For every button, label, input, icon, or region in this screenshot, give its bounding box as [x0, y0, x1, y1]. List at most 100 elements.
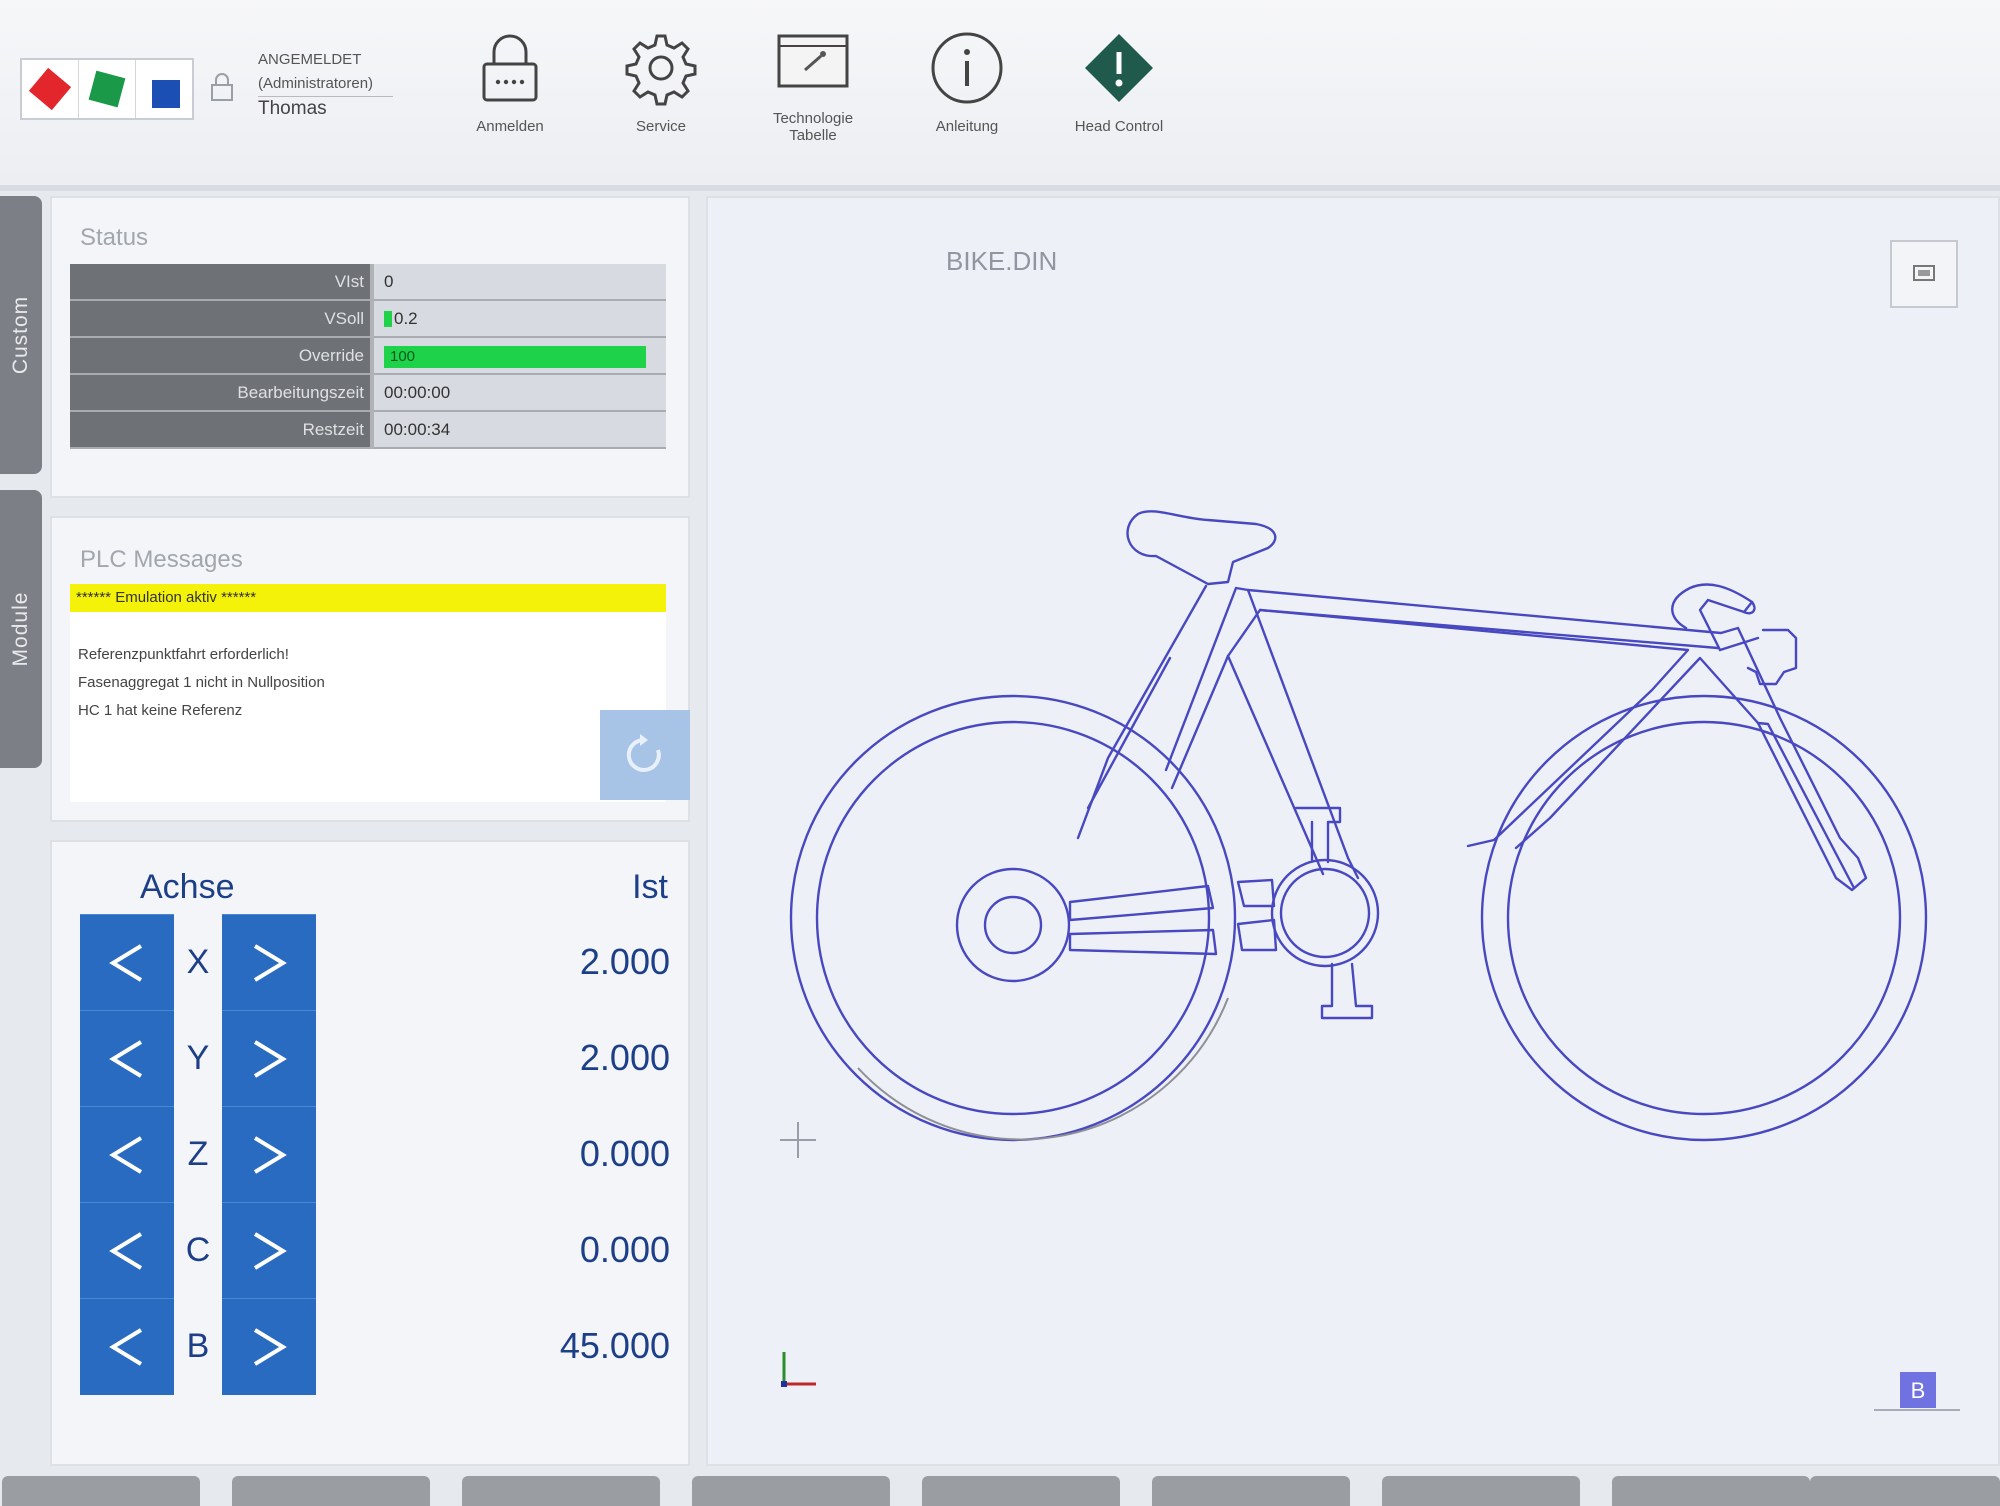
axis-row-z: Z 0.000	[80, 1106, 670, 1203]
chevron-right-icon	[253, 1328, 287, 1366]
view-label: B	[1911, 1378, 1926, 1403]
axis-value: 0.000	[579, 1229, 670, 1270]
user-status: ANGEMELDET	[258, 51, 362, 68]
plc-message: HC 1 hat keine Referenz	[78, 702, 243, 719]
axis-header: Achse	[140, 868, 235, 906]
chevron-left-icon	[109, 1040, 143, 1078]
bottom-tab[interactable]	[922, 1476, 1120, 1506]
side-tab-module-label: Module	[9, 591, 32, 667]
jog-plus-y-button[interactable]	[222, 1010, 316, 1107]
override-value: 100	[390, 347, 416, 365]
axis-row-x: X 2.000	[80, 914, 670, 1011]
axis-row-y: Y 2.000	[80, 1010, 670, 1107]
jog-minus-c-button[interactable]	[80, 1202, 174, 1299]
service-button[interactable]: Service	[596, 28, 726, 163]
axis-name: Y	[186, 1039, 210, 1077]
axis-value: 2.000	[579, 941, 670, 982]
override-progress-bar	[384, 346, 646, 368]
axis-value: 2.000	[579, 1037, 670, 1078]
plc-title: PLC Messages	[80, 546, 243, 573]
status-row: VIst 0	[70, 264, 666, 301]
jog-minus-y-button[interactable]	[80, 1010, 174, 1107]
axis-name: Z	[187, 1135, 209, 1173]
bottom-tab[interactable]	[232, 1476, 430, 1506]
status-row: Restzeit 00:00:34	[70, 411, 666, 449]
status-label: VIst	[70, 264, 374, 301]
user-name: Thomas	[258, 98, 327, 119]
status-row: Bearbeitungszeit 00:00:00	[70, 374, 666, 412]
jog-plus-x-button[interactable]	[222, 914, 316, 1011]
jog-plus-b-button[interactable]	[222, 1298, 316, 1395]
logo-green-square	[88, 70, 126, 108]
chevron-right-icon	[253, 1040, 287, 1078]
jog-minus-z-button[interactable]	[80, 1106, 174, 1203]
user-lock-icon	[211, 73, 233, 101]
side-tab-module[interactable]: Module	[0, 490, 42, 768]
plc-acknowledge-button[interactable]	[600, 710, 690, 800]
technology-table-button[interactable]: Technologie Tabelle	[748, 28, 878, 163]
plc-messages-panel: PLC Messages ****** Emulation aktiv ****…	[50, 516, 690, 822]
logo-red-square	[28, 67, 72, 111]
chevron-left-icon	[109, 1136, 143, 1174]
view-orientation-indicator[interactable]: B	[1870, 1364, 1964, 1425]
jog-minus-x-button[interactable]	[80, 914, 174, 1011]
axis-name: C	[185, 1231, 211, 1269]
axis-value: 0.000	[579, 1133, 670, 1174]
axis-value: 45.000	[559, 1325, 670, 1366]
bottom-tab[interactable]	[1382, 1476, 1580, 1506]
actual-value-header: Ist	[632, 868, 668, 906]
manual-button[interactable]: Anleitung	[902, 28, 1032, 163]
chevron-left-icon	[109, 1328, 143, 1366]
technology-table-label: Technologie Tabelle	[772, 110, 854, 144]
head-control-warning-icon	[1085, 34, 1153, 102]
status-row: Override 100	[70, 337, 666, 375]
logo-blue-square	[152, 80, 180, 108]
jog-plus-z-button[interactable]	[222, 1106, 316, 1203]
manual-label: Anleitung	[935, 118, 999, 135]
chevron-right-icon	[253, 1136, 287, 1174]
plc-message: Fasenaggregat 1 nicht in Nullposition	[78, 674, 325, 691]
company-logo	[20, 58, 194, 120]
login-button[interactable]: Anmelden	[445, 28, 575, 163]
plc-message: Referenzpunktfahrt erforderlich!	[78, 646, 289, 663]
workpiece-preview[interactable]: BIKE.DIN B	[706, 196, 2000, 1466]
file-name: BIKE.DIN	[946, 246, 1058, 276]
bottom-tab[interactable]	[692, 1476, 890, 1506]
status-row: VSoll 0.2	[70, 300, 666, 338]
status-label: Bearbeitungszeit	[70, 374, 374, 412]
status-value: 0	[372, 264, 666, 301]
top-toolbar: ANGEMELDET (Administratoren) Thomas Anme…	[0, 0, 2000, 191]
vsoll-indicator	[384, 311, 392, 328]
head-control-label: Head Control	[1074, 118, 1164, 135]
status-table: VIst 0 VSoll 0.2 Override 100 Bearbeitun…	[70, 264, 666, 449]
override-cell: 100	[372, 337, 666, 375]
axis-name: X	[186, 943, 210, 981]
chevron-left-icon	[109, 1232, 143, 1270]
gear-icon	[625, 34, 697, 106]
login-label: Anmelden	[476, 118, 544, 135]
status-value: 00:00:00	[372, 374, 666, 412]
bottom-tab[interactable]	[1810, 1476, 2000, 1506]
jog-plus-c-button[interactable]	[222, 1202, 316, 1299]
axis-panel: Achse Ist X 2.000 Y 2.000 Z 0.000 C 0.00…	[50, 840, 690, 1466]
axis-row-b: B 45.000	[80, 1298, 670, 1395]
bottom-tab[interactable]	[1152, 1476, 1350, 1506]
status-value: 00:00:34	[372, 411, 666, 449]
bottom-tab[interactable]	[2, 1476, 200, 1506]
head-control-button[interactable]: Head Control	[1054, 28, 1184, 163]
jog-minus-b-button[interactable]	[80, 1298, 174, 1395]
preview-options-button[interactable]	[1890, 240, 1958, 308]
status-panel: Status VIst 0 VSoll 0.2 Override 100 Bea…	[50, 196, 690, 498]
plc-message-list: ****** Emulation aktiv ****** Referenzpu…	[70, 584, 666, 802]
coordinate-axes-icon	[781, 1352, 816, 1387]
plc-alert: ****** Emulation aktiv ******	[70, 584, 666, 612]
chevron-right-icon	[253, 944, 287, 982]
chevron-left-icon	[109, 944, 143, 982]
bottom-tab[interactable]	[1612, 1476, 1810, 1506]
lock-icon	[482, 34, 538, 102]
technology-table-icon	[777, 34, 849, 88]
side-tab-custom[interactable]: Custom	[0, 196, 42, 474]
refresh-icon	[626, 734, 661, 772]
status-value: 0.2	[394, 308, 418, 328]
bottom-tab[interactable]	[462, 1476, 660, 1506]
